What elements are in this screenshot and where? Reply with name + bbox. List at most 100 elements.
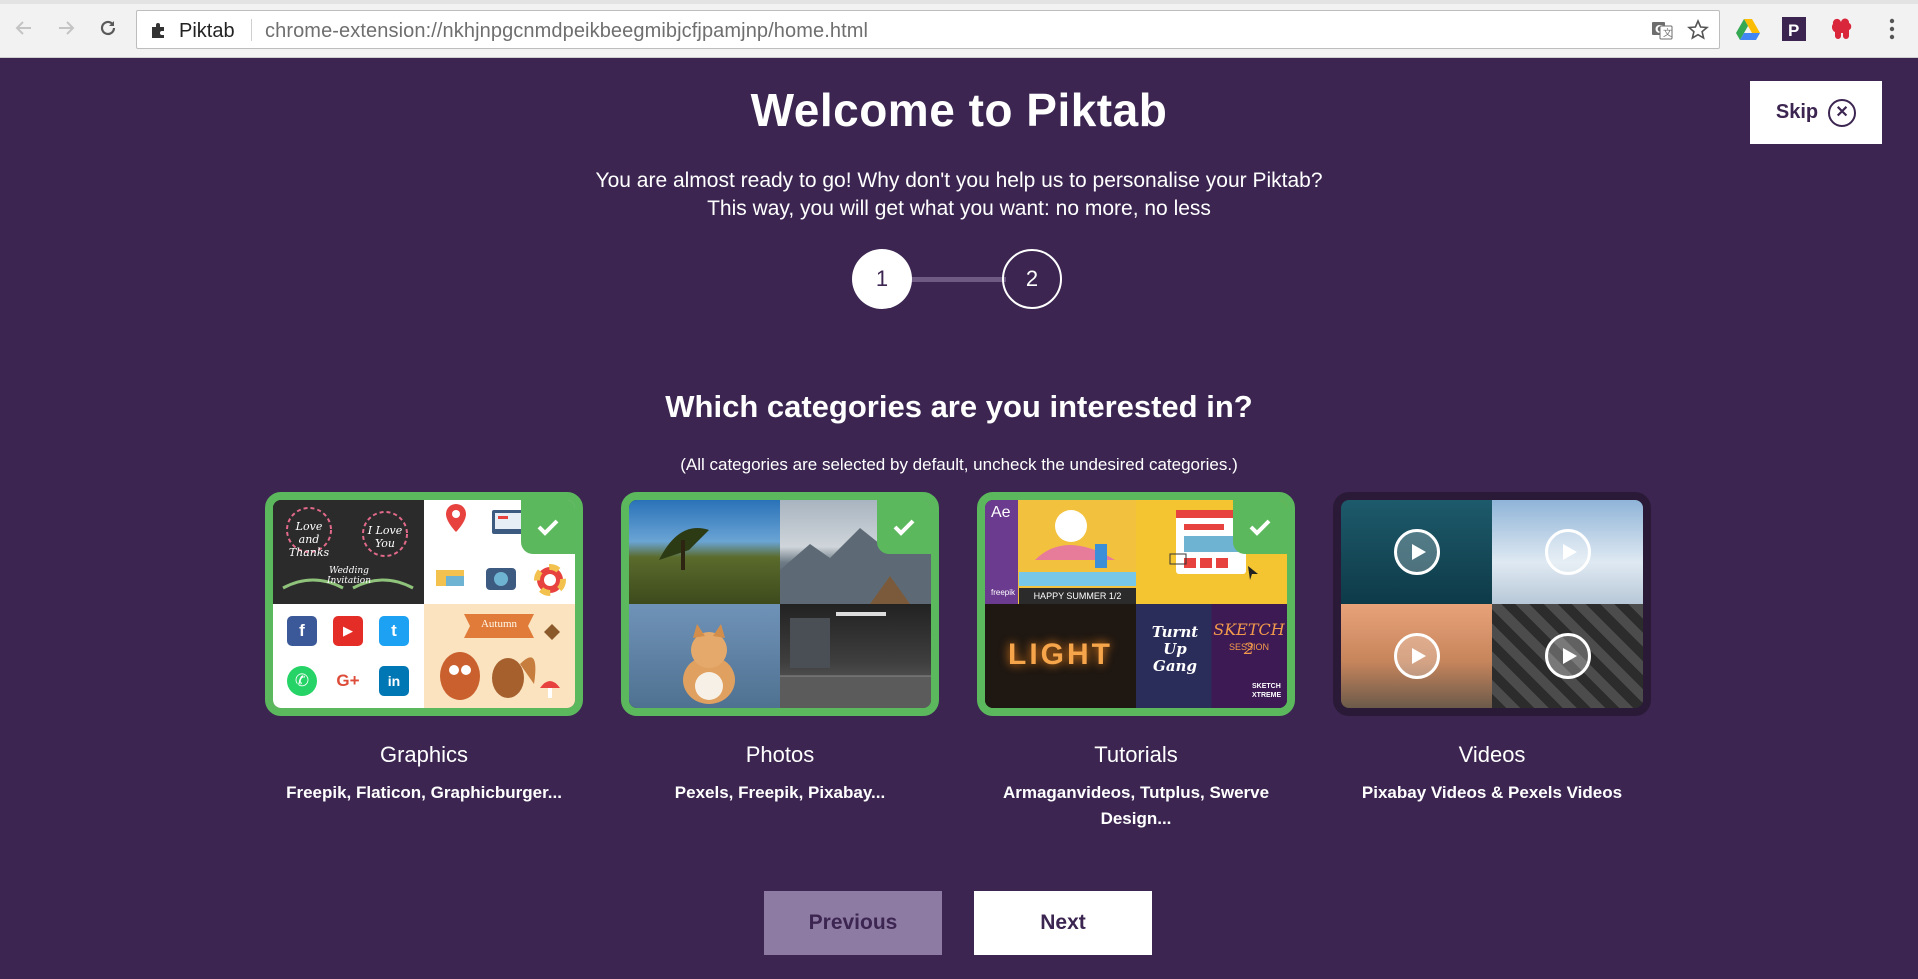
facebook-icon: f <box>287 616 317 646</box>
play-triangle <box>1411 544 1426 560</box>
selected-checkmark <box>1233 500 1287 554</box>
photo-cat <box>629 604 780 708</box>
graphics-tile-social: f ▶ t ✆ G+ in <box>273 604 424 708</box>
category-card-tutorials: Ae freepik HAPPY SUMMER 1/2 LIGHT Turnt … <box>977 492 1295 832</box>
photo-dark-room <box>780 604 931 708</box>
page-subtitle: You are almost ready to go! Why don't yo… <box>0 167 1918 223</box>
tutorial-tile-light: LIGHT <box>985 604 1136 708</box>
previous-button[interactable]: Previous <box>764 891 942 955</box>
freepik-label: freepik <box>991 588 1016 597</box>
check-icon <box>893 519 915 536</box>
love-thanks-text: Love and Thanks <box>288 520 330 559</box>
skip-label: Skip <box>1775 101 1819 123</box>
category-card-graphics: Love and Thanks I Love You Wedding Invit… <box>265 492 583 806</box>
category-sources: Freepik, Flaticon, Graphicburger... <box>286 783 562 802</box>
address-bar[interactable]: Piktab chrome-extension://nkhjnpgcnmdpei… <box>136 10 1720 49</box>
category-card-videos: Videos Pixabay Videos & Pexels Videos <box>1333 492 1651 806</box>
site-name: Piktab <box>179 20 235 42</box>
category-toggle-photos[interactable] <box>621 492 939 716</box>
onboarding-page: Welcome to Piktab You are almost ready t… <box>0 59 1918 979</box>
p-extension-icon[interactable]: P <box>1781 16 1807 42</box>
autumn-text: Autumn <box>480 618 518 630</box>
play-triangle <box>1562 648 1577 664</box>
arrow-right-icon <box>59 21 75 35</box>
step-1: 1 <box>852 249 912 309</box>
cat-silhouette <box>683 624 735 704</box>
ae-label: Ae <box>991 504 1011 521</box>
turnt-text: Turnt Up Gang <box>1151 623 1199 675</box>
star-icon[interactable] <box>1687 19 1709 41</box>
back-button[interactable] <box>10 14 38 42</box>
whatsapp-icon: ✆ <box>287 666 317 696</box>
graphics-tile-autumn: Autumn <box>424 604 575 708</box>
love-you-text: I Love You <box>367 524 403 550</box>
googleplus-icon: G+ <box>333 666 363 696</box>
play-icon[interactable] <box>1393 633 1440 679</box>
sketch-text: SKETCH 2 <box>1213 620 1285 658</box>
category-toggle-videos[interactable] <box>1333 492 1651 716</box>
tutorial-tile-summer: Ae freepik HAPPY SUMMER 1/2 <box>985 500 1136 604</box>
video-tile-underwater <box>1341 500 1492 604</box>
play-icon[interactable] <box>1393 529 1440 575</box>
reload-icon <box>100 20 116 36</box>
stepper-connector <box>910 277 1006 282</box>
red-extension-icon[interactable] <box>1829 16 1855 42</box>
linkedin-icon: in <box>379 666 409 696</box>
kebab-menu-icon[interactable] <box>1879 16 1905 42</box>
subtitle-line-2: This way, you will get what you want: no… <box>707 197 1211 220</box>
category-name: Graphics <box>379 742 469 767</box>
check-icon <box>537 519 559 536</box>
category-toggle-tutorials[interactable]: Ae freepik HAPPY SUMMER 1/2 LIGHT Turnt … <box>977 492 1295 716</box>
play-icon[interactable] <box>1544 529 1591 575</box>
category-toggle-graphics[interactable]: Love and Thanks I Love You Wedding Invit… <box>265 492 583 716</box>
twitter-icon: t <box>379 616 409 646</box>
category-sources: Pexels, Freepik, Pixabay... <box>674 783 886 802</box>
next-button[interactable]: Next <box>974 891 1152 955</box>
category-name: Photos <box>745 742 815 767</box>
tab-strip <box>0 0 1918 4</box>
address-divider <box>251 19 252 41</box>
category-name: Tutorials <box>1094 742 1178 767</box>
step-2: 2 <box>1002 249 1062 309</box>
video-tile-city <box>1492 604 1643 708</box>
check-icon <box>1249 519 1271 536</box>
category-sources: Pixabay Videos & Pexels Videos <box>1361 783 1623 802</box>
google-drive-icon[interactable] <box>1735 16 1761 42</box>
tree-silhouette <box>659 528 709 570</box>
video-tile-sunset <box>1341 604 1492 708</box>
svg-text:文: 文 <box>1663 27 1672 39</box>
browser-toolbar: Piktab chrome-extension://nkhjnpgcnmdpei… <box>0 0 1918 58</box>
photo-landscape-tree <box>629 500 780 604</box>
sketch-session-text: SESSION <box>1228 642 1269 652</box>
video-tile-snow <box>1492 500 1643 604</box>
play-icon[interactable] <box>1544 633 1591 679</box>
room-illustration <box>780 612 931 708</box>
play-triangle <box>1562 544 1577 560</box>
sketch-xtreme-text: SKETCH XTREME <box>1252 683 1282 699</box>
graphics-tile-chalkboard: Love and Thanks I Love You Wedding Invit… <box>273 500 424 604</box>
category-sources: Armaganvideos, Tutplus, Swerve Design... <box>1002 783 1270 828</box>
progress-stepper: 1 2 <box>852 249 1064 311</box>
translate-icon[interactable]: G文 <box>1651 19 1673 41</box>
reload-button[interactable] <box>94 14 122 42</box>
category-name: Videos <box>1458 742 1526 767</box>
videos-preview <box>1341 500 1643 708</box>
page-title: Welcome to Piktab <box>750 84 1168 136</box>
skip-button[interactable]: Skip ✕ <box>1750 81 1882 144</box>
categories-note: (All categories are selected by default,… <box>680 455 1238 474</box>
play-triangle <box>1411 648 1426 664</box>
tutorial-tile-lettering: Turnt Up Gang SKETCH 2 SESSION SKETCH XT… <box>1136 604 1287 708</box>
arrow-left-icon <box>15 21 31 35</box>
url-text[interactable]: chrome-extension://nkhjnpgcnmdpeikbeegmi… <box>265 20 868 43</box>
category-card-photos: Photos Pexels, Freepik, Pixabay... <box>621 492 939 806</box>
happy-summer-label: HAPPY SUMMER 1/2 <box>1019 588 1136 604</box>
close-icon: ✕ <box>1828 98 1857 127</box>
svg-text:P: P <box>1788 21 1799 40</box>
puzzle-icon <box>152 23 164 38</box>
subtitle-line-1: You are almost ready to go! Why don't yo… <box>595 169 1323 192</box>
selected-checkmark <box>877 500 931 554</box>
forward-button[interactable] <box>52 14 80 42</box>
youtube-icon: ▶ <box>333 616 363 646</box>
wedding-text: Wedding Invitation <box>326 566 371 586</box>
selected-checkmark <box>521 500 575 554</box>
